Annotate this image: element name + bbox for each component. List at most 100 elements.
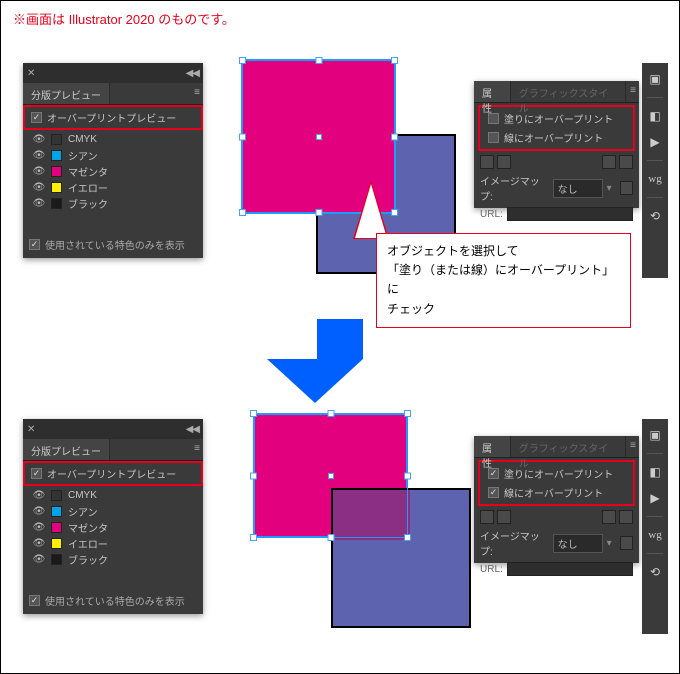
properties-icon[interactable]: ▣ [649,69,660,89]
visibility-eye-icon[interactable]: 👁 [33,537,45,549]
panel-menu-icon[interactable]: ≡ [190,439,203,460]
visibility-eye-icon[interactable]: 👁 [33,521,45,533]
attributes-panel-top: 属性 グラフィックスタイル ≡ 塗りにオーバープリント 線にオーバープリント イ… [474,81,639,208]
url-input[interactable] [507,207,633,221]
imagemap-select[interactable]: なし [553,179,603,198]
color-swatch [51,522,62,533]
separation-item[interactable]: 👁 イエロー [27,535,199,551]
visibility-eye-icon[interactable]: 👁 [33,489,45,501]
only-used-label: 使用されている特色のみを表示 [45,593,185,608]
color-swatch [51,554,62,565]
canvas-bottom [241,413,471,643]
visibility-eye-icon[interactable]: 👁 [33,505,45,517]
tab-graphic-styles[interactable]: グラフィックスタイル [511,436,626,457]
separation-item[interactable]: 👁 イエロー [27,179,199,195]
overprint-preview-row[interactable]: オーバープリントプレビュー [23,461,203,486]
overprint-preview-checkbox[interactable] [31,112,42,123]
overprint-options: 塗りにオーバープリント 線にオーバープリント [478,105,635,151]
callout-pointer-fill [355,184,387,238]
type-icon[interactable]: wg [648,169,661,189]
tab-attributes[interactable]: 属性 [474,436,511,457]
only-used-checkbox[interactable] [29,239,40,250]
url-input[interactable] [507,562,633,576]
visibility-eye-icon[interactable]: 👁 [33,149,45,161]
close-icon[interactable]: ✕ [27,424,35,435]
url-label: URL: [480,564,503,575]
only-used-spot-row[interactable]: 使用されている特色のみを表示 [29,237,185,252]
visibility-eye-icon[interactable]: 👁 [33,133,45,145]
tab-separations-preview[interactable]: 分版プレビュー [23,439,110,460]
tab-separations-preview[interactable]: 分版プレビュー [23,83,110,104]
separation-name: シアン [68,148,98,163]
separation-item[interactable]: 👁ブラック [27,551,199,567]
stroke-overprint-checkbox-top[interactable] [488,132,499,143]
hide-center-button[interactable] [497,510,511,524]
reverse-path-button[interactable] [602,510,616,524]
show-center-button[interactable] [480,510,494,524]
separation-item[interactable]: 👁CMYK [27,487,199,503]
separation-list: 👁CMYK👁シアン👁マゼンタ👁イエロー👁ブラック [23,486,203,568]
callout-line1: オブジェクトを選択して [387,242,620,261]
separation-item[interactable]: 👁シアン [27,503,199,519]
only-used-checkbox[interactable] [29,595,40,606]
stroke-overprint-checkbox-bottom[interactable] [488,487,499,498]
fill-overprint-checkbox-top[interactable] [488,113,499,124]
panel-menu-icon[interactable]: ≡ [626,436,639,457]
imagemap-label: イメージマップ: [480,528,549,558]
winding-rule-button[interactable] [619,510,633,524]
only-used-spot-row[interactable]: 使用されている特色のみを表示 [29,593,185,608]
close-icon[interactable]: ✕ [27,68,35,79]
separation-name: イエロー [68,180,108,195]
fill-overprint-checkbox-bottom[interactable] [488,468,499,479]
color-icon[interactable]: ◧ [649,106,660,126]
color-swatch [51,490,62,501]
separation-name: CMYK [68,134,97,145]
tab-attributes[interactable]: 属性 [474,81,511,102]
play-icon[interactable]: ▶ [650,488,659,508]
show-center-button[interactable] [480,155,494,169]
separation-item[interactable]: 👁ブラック [27,195,199,211]
color-swatch [51,506,62,517]
properties-icon[interactable]: ▣ [649,425,660,445]
separation-name: イエロー [68,536,108,551]
overprint-preview-checkbox[interactable] [31,468,42,479]
reverse-path-button[interactable] [602,155,616,169]
separation-item[interactable]: 👁 CMYK [27,131,199,147]
color-swatch [51,182,62,193]
visibility-eye-icon[interactable]: 👁 [33,197,45,209]
type-icon[interactable]: wg [648,525,661,545]
imagemap-select[interactable]: なし [553,534,603,553]
separations-preview-panel-top: ✕ ◀◀ 分版プレビュー ≡ オーバープリントプレビュー 👁 CMYK 👁 シアン 👁 マ… [23,63,203,258]
overprint-preview-row[interactable]: オーバープリントプレビュー [23,105,203,130]
color-swatch [51,198,62,209]
separation-item[interactable]: 👁 シアン [27,147,199,163]
color-swatch [51,166,62,177]
link-icon[interactable]: ⟲ [650,562,660,582]
separation-name: マゼンタ [68,164,108,179]
selection-bottom[interactable] [253,413,408,538]
color-swatch [51,134,62,145]
collapse-icon[interactable]: ◀◀ [186,68,199,79]
visibility-eye-icon[interactable]: 👁 [33,165,45,177]
browser-icon[interactable] [620,181,633,195]
separation-item[interactable]: 👁マゼンタ [27,519,199,535]
play-icon[interactable]: ▶ [650,132,659,152]
separation-item[interactable]: 👁 マゼンタ [27,163,199,179]
panel-menu-icon[interactable]: ≡ [626,81,639,102]
visibility-eye-icon[interactable]: 👁 [33,181,45,193]
callout-line2: 「塗り（または線）にオーバープリント」に [387,261,620,299]
tab-graphic-styles[interactable]: グラフィックスタイル [511,81,626,102]
color-icon[interactable]: ◧ [649,462,660,482]
color-swatch [51,538,62,549]
panel-menu-icon[interactable]: ≡ [190,83,203,104]
link-icon[interactable]: ⟲ [650,206,660,226]
browser-icon[interactable] [620,536,633,550]
collapse-icon[interactable]: ◀◀ [186,424,199,435]
color-swatch [51,150,62,161]
overprint-preview-label: オーバープリントプレビュー [47,466,176,481]
visibility-eye-icon[interactable]: 👁 [33,553,45,565]
right-toolbar-bottom: ▣ ◧ ▶ wg ⟲ [642,419,668,634]
separations-preview-panel-bottom: ✕ ◀◀ 分版プレビュー ≡ オーバープリントプレビュー 👁CMYK👁シアン👁マ… [23,419,203,614]
winding-rule-button[interactable] [619,155,633,169]
hide-center-button[interactable] [497,155,511,169]
